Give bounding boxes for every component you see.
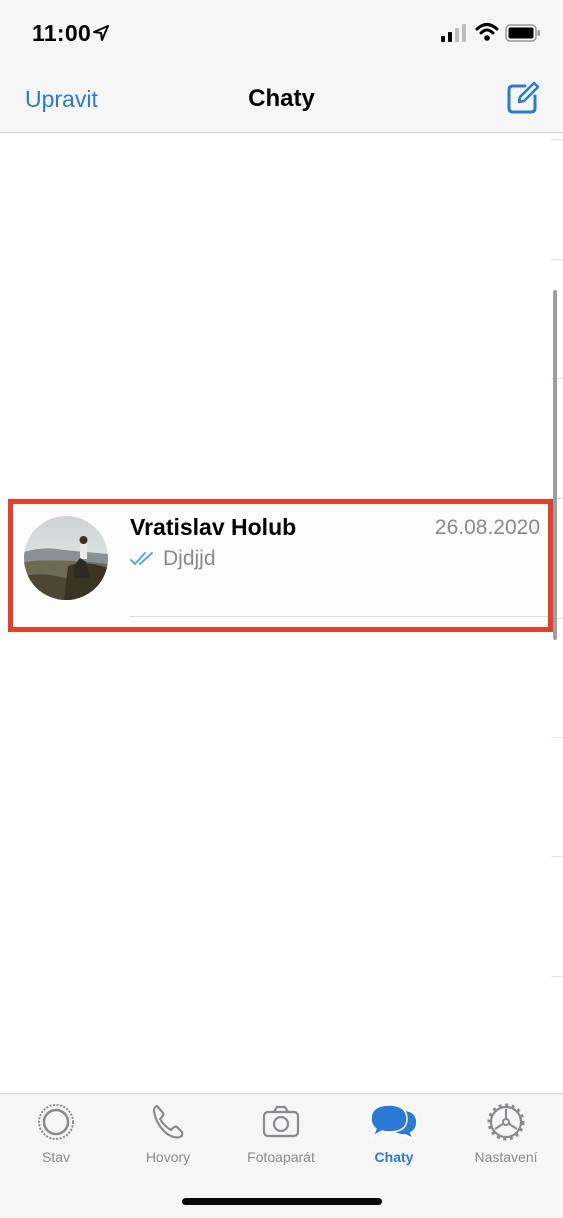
page-title: Chaty: [248, 85, 315, 112]
cellular-signal-icon: [441, 24, 466, 42]
home-indicator[interactable]: [182, 1198, 382, 1205]
row-separator: [551, 259, 563, 260]
row-separator: [551, 737, 563, 738]
scrollbar[interactable]: [553, 290, 557, 640]
tab-settings[interactable]: Nastavení: [450, 1102, 562, 1178]
battery-icon: [505, 24, 540, 42]
tab-chats[interactable]: Chaty: [338, 1102, 450, 1178]
status-time: 11:00: [32, 20, 92, 46]
tab-calls[interactable]: Hovory: [112, 1102, 224, 1178]
highlight-box: [8, 499, 553, 632]
tab-label: Chaty: [374, 1149, 414, 1165]
tab-label: Stav: [41, 1149, 70, 1165]
row-separator: [551, 139, 563, 140]
chats-icon: [370, 1104, 419, 1142]
row-separator: [551, 976, 563, 977]
row-separator: [551, 856, 563, 857]
navigation-bar: Upravit Chaty: [0, 66, 563, 133]
status-icon: [38, 1104, 74, 1140]
status-bar: 11:00: [0, 0, 563, 66]
phone-icon: [152, 1104, 184, 1139]
tab-camera[interactable]: Fotoaparát: [225, 1102, 337, 1178]
tab-label: Hovory: [145, 1149, 191, 1165]
gear-icon: [487, 1103, 525, 1141]
location-arrow-icon: [93, 25, 109, 41]
camera-icon: [262, 1105, 300, 1138]
tab-status[interactable]: Stav: [0, 1102, 112, 1178]
tab-label: Nastavení: [474, 1149, 538, 1165]
compose-icon[interactable]: [505, 80, 541, 116]
wifi-icon: [475, 23, 499, 41]
tab-label: Fotoaparát: [247, 1149, 315, 1165]
